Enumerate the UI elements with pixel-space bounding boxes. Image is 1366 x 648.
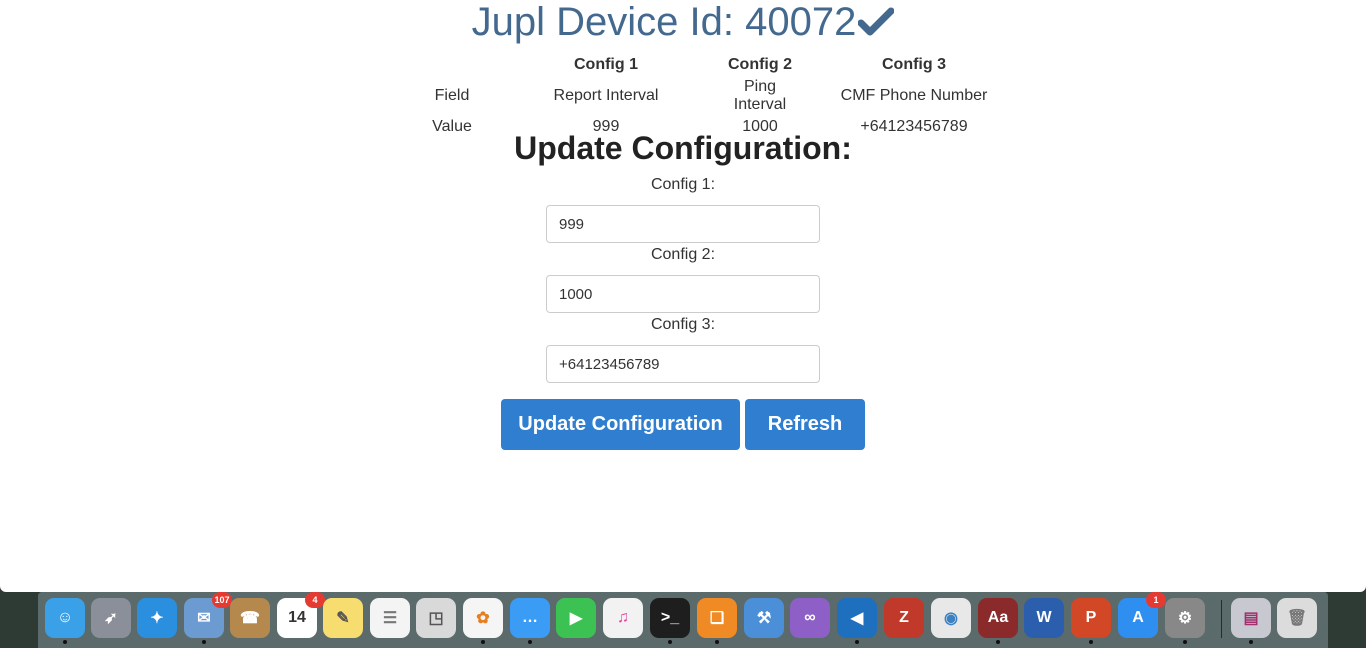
messages-icon[interactable]: … — [510, 598, 550, 644]
reminders-glyph: ☰ — [382, 610, 398, 627]
safari-glyph: ✦ — [150, 610, 164, 627]
xcode-glyph: ⚒ — [756, 610, 772, 627]
trash-icon[interactable]: 🗑 — [1277, 598, 1317, 638]
dictionary-glyph: Aa — [987, 609, 1009, 626]
chrome-icon[interactable]: ◉ — [931, 598, 971, 638]
table-cell: Report Interval — [553, 87, 659, 104]
facetime-icon[interactable]: ▶ — [556, 598, 596, 638]
photos-icon[interactable]: ✿ — [463, 598, 503, 644]
visual-studio-icon[interactable]: ∞ — [790, 598, 830, 638]
contacts-glyph: ☎ — [240, 610, 260, 627]
refresh-button[interactable]: Refresh — [745, 399, 865, 450]
notes-glyph: ✎ — [336, 610, 350, 627]
terminal-glyph: >_ — [660, 609, 680, 626]
app-page: Jupl Device Id: 40072 Config 1 Config 2 … — [0, 0, 1366, 592]
config-1-label: Config 1: — [650, 176, 716, 193]
document-stack-icon[interactable]: ▤ — [1231, 598, 1271, 644]
photos-glyph: ✿ — [476, 610, 490, 627]
launchpad-glyph: ➶ — [104, 610, 118, 627]
preview-icon[interactable]: ◳ — [416, 598, 456, 638]
notification-badge: 1 — [1146, 592, 1166, 608]
running-indicator — [715, 640, 719, 644]
finder-glyph: ☺ — [56, 609, 74, 626]
running-indicator — [668, 640, 672, 644]
itunes-glyph: ♫ — [617, 609, 629, 626]
calendar-glyph: 14 — [288, 609, 306, 626]
update-heading: Update Configuration: — [514, 130, 852, 166]
notification-badge: 107 — [212, 592, 232, 608]
preview-glyph: ◳ — [428, 610, 444, 627]
reminders-icon[interactable]: ☰ — [370, 598, 410, 638]
checkmark-icon — [858, 7, 895, 37]
app-store-glyph: A — [1132, 609, 1144, 626]
itunes-icon[interactable]: ♫ — [603, 598, 643, 638]
device-id: 40072 — [745, 0, 857, 44]
calendar-icon[interactable]: 14 4 — [277, 592, 325, 638]
running-indicator — [202, 640, 206, 644]
dock-separator — [1221, 600, 1222, 638]
device-title: Jupl Device Id: 40072 — [0, 0, 1366, 44]
table-cell: Ping Interval — [733, 78, 787, 113]
running-indicator — [1249, 640, 1253, 644]
filezilla-glyph: Z — [899, 609, 909, 626]
table-header-cell: Config 2 — [728, 56, 792, 73]
config-2-label: Config 2: — [650, 246, 716, 263]
notes-icon[interactable]: ✎ — [323, 598, 363, 638]
config-3-input[interactable] — [546, 345, 820, 383]
running-indicator — [996, 640, 1000, 644]
messages-glyph: … — [522, 609, 538, 626]
visual-studio-glyph: ∞ — [804, 609, 816, 626]
trash-glyph: 🗑 — [1286, 610, 1308, 627]
dock: ☺ ➶ ✦ ✉ 107 ☎ 14 4 ✎ ☰ ◳ ✿ … ▶ ♫ >_ ❏ ⚒ ∞ ◀ Z ◉ Aa W P A 1 ⚙ ▤ 🗑 — [38, 592, 1328, 648]
word-icon[interactable]: W — [1024, 598, 1064, 638]
contacts-icon[interactable]: ☎ — [230, 598, 270, 638]
system-preferences-glyph: ⚙ — [1177, 610, 1193, 627]
config-3-label: Config 3: — [650, 316, 716, 333]
document-stack-glyph: ▤ — [1243, 610, 1259, 627]
ibooks-glyph: ❏ — [709, 610, 725, 627]
running-indicator — [855, 640, 859, 644]
config-table-header: Config 1 Config 2 Config 3 — [416, 52, 1032, 78]
launchpad-icon[interactable]: ➶ — [91, 598, 131, 638]
vscode-glyph: ◀ — [850, 610, 864, 627]
table-header-cell: Config 3 — [882, 56, 946, 73]
config-2-input[interactable] — [546, 275, 820, 313]
device-title-prefix: Jupl Device Id: — [471, 0, 746, 44]
word-glyph: W — [1036, 609, 1052, 626]
powerpoint-glyph: P — [1085, 609, 1097, 626]
running-indicator — [481, 640, 485, 644]
filezilla-icon[interactable]: Z — [884, 598, 924, 638]
system-preferences-icon[interactable]: ⚙ — [1165, 598, 1205, 644]
config-1-input[interactable] — [546, 205, 820, 243]
table-cell: CMF Phone Number — [840, 87, 988, 104]
running-indicator — [1089, 640, 1093, 644]
mail-glyph: ✉ — [197, 610, 211, 627]
vscode-icon[interactable]: ◀ — [837, 598, 877, 644]
running-indicator — [63, 640, 67, 644]
powerpoint-icon[interactable]: P — [1071, 598, 1111, 644]
ibooks-icon[interactable]: ❏ — [697, 598, 737, 644]
mail-icon[interactable]: ✉ 107 — [184, 592, 232, 644]
table-cell: Field — [434, 87, 470, 104]
facetime-glyph: ▶ — [569, 610, 583, 627]
config-table: Config 1 Config 2 Config 3 Field Report … — [416, 52, 1032, 140]
table-row: Field Report Interval Ping Interval CMF … — [416, 78, 1032, 114]
app-store-icon[interactable]: A1 — [1118, 592, 1166, 638]
finder-icon[interactable]: ☺ — [45, 598, 85, 644]
running-indicator — [528, 640, 532, 644]
safari-icon[interactable]: ✦ — [137, 598, 177, 638]
xcode-icon[interactable]: ⚒ — [744, 598, 784, 638]
table-header-cell — [416, 52, 488, 78]
terminal-icon[interactable]: >_ — [650, 598, 690, 644]
running-indicator — [1183, 640, 1187, 644]
update-configuration-button[interactable]: Update Configuration — [501, 399, 740, 450]
notification-badge: 4 — [305, 592, 325, 608]
table-header-cell: Config 1 — [574, 56, 638, 73]
chrome-glyph: ◉ — [944, 610, 958, 627]
dictionary-icon[interactable]: Aa — [978, 598, 1018, 644]
